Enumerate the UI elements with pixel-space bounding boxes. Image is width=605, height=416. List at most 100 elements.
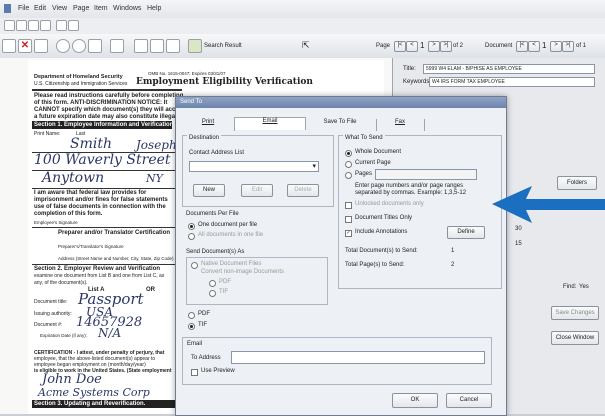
document-of: of 1 bbox=[576, 43, 587, 49]
menu-item[interactable]: Item bbox=[94, 5, 108, 12]
rotate-right-icon[interactable] bbox=[72, 39, 86, 53]
print-name-label: Print Name: bbox=[34, 131, 61, 137]
zoom-icon[interactable] bbox=[110, 39, 124, 53]
last-doc-button[interactable]: >| bbox=[562, 41, 574, 52]
all-docs-radio[interactable] bbox=[188, 233, 195, 240]
hand-city: Anytown bbox=[42, 170, 105, 186]
tab-label: Fax bbox=[394, 119, 405, 125]
delete-icon[interactable]: ✕ bbox=[18, 39, 32, 53]
menu-file[interactable]: File bbox=[18, 5, 29, 12]
save-icon[interactable] bbox=[2, 39, 16, 53]
rotate-left-icon[interactable] bbox=[56, 39, 70, 53]
current-page-radio[interactable] bbox=[345, 161, 352, 168]
expiration-label: Expiration Date (if any): bbox=[40, 333, 88, 338]
app-icon bbox=[4, 4, 11, 13]
page-icon[interactable] bbox=[88, 39, 102, 53]
mail-icon[interactable] bbox=[68, 20, 79, 31]
next-doc-button[interactable]: > bbox=[550, 41, 562, 52]
menu-edit[interactable]: Edit bbox=[34, 5, 46, 12]
menu-help[interactable]: Help bbox=[147, 5, 161, 12]
hand-expiration: N/A bbox=[98, 326, 122, 340]
tab-email[interactable]: Email bbox=[234, 117, 306, 130]
pages-radio[interactable] bbox=[345, 172, 352, 179]
home-icon[interactable] bbox=[28, 20, 39, 31]
new-button[interactable]: New bbox=[193, 184, 225, 197]
dialog-titlebar[interactable]: Send To bbox=[176, 97, 506, 108]
tab-print[interactable]: Print bbox=[182, 119, 235, 131]
doc-title-label: Document title: bbox=[34, 299, 68, 305]
edit-button[interactable]: Edit bbox=[241, 184, 273, 197]
hand-company: Acme Systems Corp bbox=[38, 386, 150, 399]
section2-text: any, of the document(s). bbox=[34, 280, 88, 286]
tif-radio[interactable] bbox=[188, 323, 195, 330]
email-group: Email To Address Use Preview bbox=[182, 337, 492, 385]
dept-name: Department of Homeland Security bbox=[34, 74, 123, 80]
unlocked-checkbox[interactable] bbox=[345, 202, 352, 209]
forward-icon[interactable] bbox=[16, 20, 27, 31]
print-icon[interactable] bbox=[56, 20, 67, 31]
last-page-button[interactable]: >| bbox=[440, 41, 452, 52]
refresh-icon[interactable] bbox=[40, 20, 51, 31]
fit-page-icon[interactable] bbox=[134, 39, 148, 53]
pdf-radio[interactable] bbox=[188, 312, 195, 319]
thumbnails-icon[interactable] bbox=[166, 39, 180, 53]
title-label: Title: bbox=[403, 66, 416, 72]
issuing-authority-label: Issuing authority: bbox=[34, 311, 72, 317]
menu-page[interactable]: Page bbox=[73, 5, 89, 12]
pages-input[interactable] bbox=[375, 169, 477, 180]
back-icon[interactable] bbox=[4, 20, 15, 31]
close-window-button[interactable]: Close Window bbox=[551, 331, 599, 345]
menu-windows[interactable]: Windows bbox=[113, 5, 141, 12]
one-doc-radio[interactable] bbox=[188, 223, 195, 230]
to-address-label: To Address bbox=[191, 355, 221, 361]
hand-employer-signature: John Doe bbox=[42, 372, 102, 387]
whole-document-radio[interactable] bbox=[345, 150, 352, 157]
prev-doc-button[interactable]: < bbox=[528, 41, 540, 52]
unlocked-label: Unlocked documents only bbox=[355, 201, 424, 207]
define-button[interactable]: Define bbox=[447, 226, 485, 239]
title-value: 5999 W4 ELAM - B/PHISE AS EMPLOYEE bbox=[426, 66, 522, 72]
tif-inner-radio[interactable] bbox=[209, 290, 216, 297]
search-result-label[interactable]: Search Result bbox=[204, 43, 242, 49]
form-title: Employment Eligibility Verification bbox=[136, 77, 313, 87]
grid-icon[interactable] bbox=[34, 39, 48, 53]
divider bbox=[32, 264, 178, 265]
contact-list-select[interactable]: ▾ bbox=[189, 161, 319, 172]
cancel-button[interactable]: Cancel bbox=[446, 393, 492, 408]
include-annotations-checkbox[interactable]: ✓ bbox=[345, 230, 352, 237]
prev-page-button[interactable]: < bbox=[406, 41, 418, 52]
delete-button[interactable]: Delete bbox=[287, 184, 319, 197]
keywords-value: W4 IRS FORM TAX EMPLOYEE bbox=[432, 79, 505, 85]
first-doc-button[interactable]: |< bbox=[516, 41, 528, 52]
dialog-title: Send To bbox=[180, 99, 202, 105]
or-label: OR bbox=[146, 287, 155, 293]
titles-only-checkbox[interactable] bbox=[345, 216, 352, 223]
hand-address: 100 Waverly Street bbox=[34, 152, 171, 168]
ok-button[interactable]: OK bbox=[392, 393, 438, 408]
pdf-inner-radio[interactable] bbox=[209, 280, 216, 287]
first-page-button[interactable]: |< bbox=[394, 41, 406, 52]
instructions-line: of this form. ANTI-DISCRIMINATION NOTICE… bbox=[34, 100, 168, 106]
keywords-field[interactable]: W4 IRS FORM TAX EMPLOYEE bbox=[429, 77, 595, 87]
section3-heading: Section 3. Updating and Reverification. bbox=[34, 401, 146, 407]
native-radio[interactable] bbox=[191, 262, 198, 269]
save-changes-button[interactable]: Save Changes bbox=[551, 306, 599, 320]
menu-view[interactable]: View bbox=[52, 5, 67, 12]
send-as-group: Native Document Files Convert non-image … bbox=[186, 257, 328, 305]
use-preview-checkbox[interactable] bbox=[191, 369, 198, 376]
pdf-inner-label: PDF bbox=[219, 279, 231, 285]
tab-save-to-file[interactable]: Save To File bbox=[304, 119, 377, 131]
next-page-button[interactable]: > bbox=[428, 41, 440, 52]
title-field[interactable]: 5999 W4 ELAM - B/PHISE AS EMPLOYEE bbox=[423, 64, 595, 74]
agency-name: U.S. Citizenship and Immigration Service… bbox=[34, 81, 128, 87]
keywords-label: Keywords: bbox=[403, 79, 432, 85]
to-address-input[interactable] bbox=[231, 351, 485, 364]
preparer-heading: Preparer and/or Translator Certification bbox=[58, 230, 171, 236]
quick-toolbar bbox=[0, 18, 605, 35]
total-pages-label: Total Page(s) to Send: bbox=[345, 262, 405, 268]
fit-width-icon[interactable] bbox=[150, 39, 164, 53]
tab-fax[interactable]: Fax bbox=[376, 119, 425, 131]
what-to-send-label: What To Send bbox=[343, 135, 385, 141]
total-pages-value: 2 bbox=[451, 262, 455, 268]
search-result-icon[interactable] bbox=[188, 39, 202, 53]
